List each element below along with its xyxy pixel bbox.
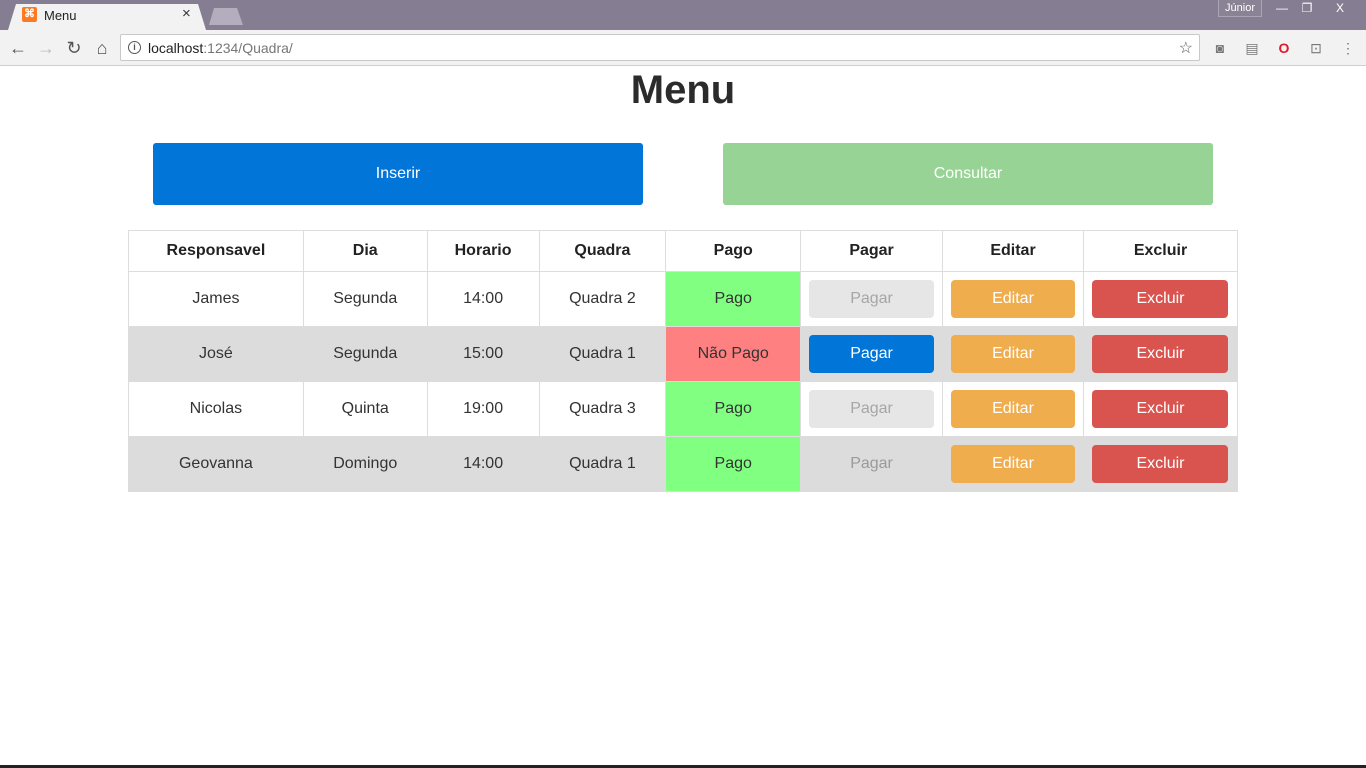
cell-dia: Domingo <box>302 436 428 492</box>
header-quadra: Quadra <box>538 230 667 272</box>
table-header-row: Responsavel Dia Horario Quadra Pago Paga… <box>128 230 1239 272</box>
cell-editar: Editar <box>942 381 1084 437</box>
table-row: Geovanna Domingo 14:00 Quadra 1 Pago Pag… <box>128 436 1239 492</box>
header-pago: Pago <box>665 230 802 272</box>
back-icon[interactable]: ← <box>6 36 30 60</box>
header-editar: Editar <box>942 230 1084 272</box>
cast-icon[interactable]: ⊡ <box>1306 38 1326 58</box>
cell-editar: Editar <box>942 271 1084 327</box>
tab-title: Menu <box>44 8 77 23</box>
pay-button-disabled[interactable]: Pagar <box>809 390 935 428</box>
cell-dia: Quinta <box>302 381 428 437</box>
reload-icon[interactable]: ↻ <box>62 36 86 60</box>
cell-responsavel: Geovanna <box>128 436 304 492</box>
delete-button[interactable]: Excluir <box>1092 390 1229 428</box>
url-host: localhost <box>148 40 204 56</box>
cell-excluir: Excluir <box>1082 271 1239 327</box>
edit-button[interactable]: Editar <box>951 445 1075 483</box>
bookmark-star-icon[interactable]: ☆ <box>1179 38 1193 58</box>
cell-pagar: Pagar <box>800 436 944 492</box>
cell-pago-status: Pago <box>665 436 802 492</box>
url-text[interactable]: localhost:1234/Quadra/ <box>148 40 293 56</box>
header-responsavel: Responsavel <box>128 230 304 272</box>
page-title: Menu <box>630 68 736 112</box>
menu-kebab-icon[interactable]: ⋮ <box>1338 38 1358 58</box>
header-pagar: Pagar <box>800 230 944 272</box>
cell-quadra: Quadra 1 <box>538 326 667 382</box>
header-horario: Horario <box>426 230 540 272</box>
cell-horario: 14:00 <box>426 271 540 327</box>
cell-pagar: Pagar <box>800 271 944 327</box>
cell-responsavel: James <box>128 271 304 327</box>
table-row: José Segunda 15:00 Quadra 1 Não Pago Pag… <box>128 326 1239 382</box>
header-excluir: Excluir <box>1082 230 1239 272</box>
cell-pagar: Pagar <box>800 381 944 437</box>
camera-icon[interactable]: ◙ <box>1210 38 1230 58</box>
consult-button[interactable]: Consultar <box>723 143 1213 205</box>
cell-pago-status: Não Pago <box>665 326 802 382</box>
pay-button[interactable]: Pagar <box>809 335 935 373</box>
header-dia: Dia <box>302 230 428 272</box>
xampp-favicon-icon: ⌘ <box>22 7 37 22</box>
table-row: Nicolas Quinta 19:00 Quadra 3 Pago Pagar… <box>128 381 1239 437</box>
cell-quadra: Quadra 3 <box>538 381 667 437</box>
delete-button[interactable]: Excluir <box>1092 280 1229 318</box>
url-path: :1234/Quadra/ <box>203 40 293 56</box>
window-close-icon[interactable]: X <box>1320 0 1360 17</box>
pay-button-disabled[interactable]: Pagar <box>809 280 935 318</box>
cell-editar: Editar <box>942 436 1084 492</box>
address-bar[interactable]: i localhost:1234/Quadra/ ☆ <box>120 34 1200 61</box>
new-tab-button[interactable] <box>209 8 243 25</box>
tab-close-icon[interactable]: × <box>182 6 191 22</box>
minimize-icon[interactable]: — <box>1270 0 1294 17</box>
home-icon[interactable]: ⌂ <box>90 36 114 60</box>
cell-excluir: Excluir <box>1082 436 1239 492</box>
cell-editar: Editar <box>942 326 1084 382</box>
profile-button[interactable]: Júnior <box>1218 0 1262 17</box>
cell-quadra: Quadra 2 <box>538 271 667 327</box>
cell-horario: 19:00 <box>426 381 540 437</box>
edit-button[interactable]: Editar <box>951 390 1075 428</box>
cell-dia: Segunda <box>302 326 428 382</box>
cell-horario: 14:00 <box>426 436 540 492</box>
insert-button[interactable]: Inserir <box>153 143 643 205</box>
cell-responsavel: José <box>128 326 304 382</box>
delete-button[interactable]: Excluir <box>1092 445 1229 483</box>
edit-button[interactable]: Editar <box>951 335 1075 373</box>
table-row: James Segunda 14:00 Quadra 2 Pago Pagar … <box>128 271 1239 327</box>
edit-button[interactable]: Editar <box>951 280 1075 318</box>
cell-excluir: Excluir <box>1082 326 1239 382</box>
extension-icon[interactable]: ▤ <box>1242 38 1262 58</box>
browser-titlebar: ⌘ Menu × Júnior — ❐ X <box>0 0 1366 30</box>
browser-tab[interactable] <box>8 4 206 30</box>
restore-icon[interactable]: ❐ <box>1296 0 1318 17</box>
browser-toolbar: ← → ↻ ⌂ i localhost:1234/Quadra/ ☆ ◙ ▤ O… <box>0 30 1366 66</box>
pay-button-disabled[interactable]: Pagar <box>809 445 934 483</box>
cell-pago-status: Pago <box>665 381 802 437</box>
cell-excluir: Excluir <box>1082 381 1239 437</box>
cell-dia: Segunda <box>302 271 428 327</box>
cell-pagar: Pagar <box>800 326 944 382</box>
info-icon[interactable]: i <box>128 41 141 54</box>
cell-horario: 15:00 <box>426 326 540 382</box>
cell-responsavel: Nicolas <box>128 381 304 437</box>
cell-pago-status: Pago <box>665 271 802 327</box>
delete-button[interactable]: Excluir <box>1092 335 1229 373</box>
reservations-table: Responsavel Dia Horario Quadra Pago Paga… <box>128 230 1239 492</box>
cell-quadra: Quadra 1 <box>538 436 667 492</box>
opera-icon[interactable]: O <box>1274 38 1294 58</box>
forward-icon[interactable]: → <box>34 36 58 60</box>
